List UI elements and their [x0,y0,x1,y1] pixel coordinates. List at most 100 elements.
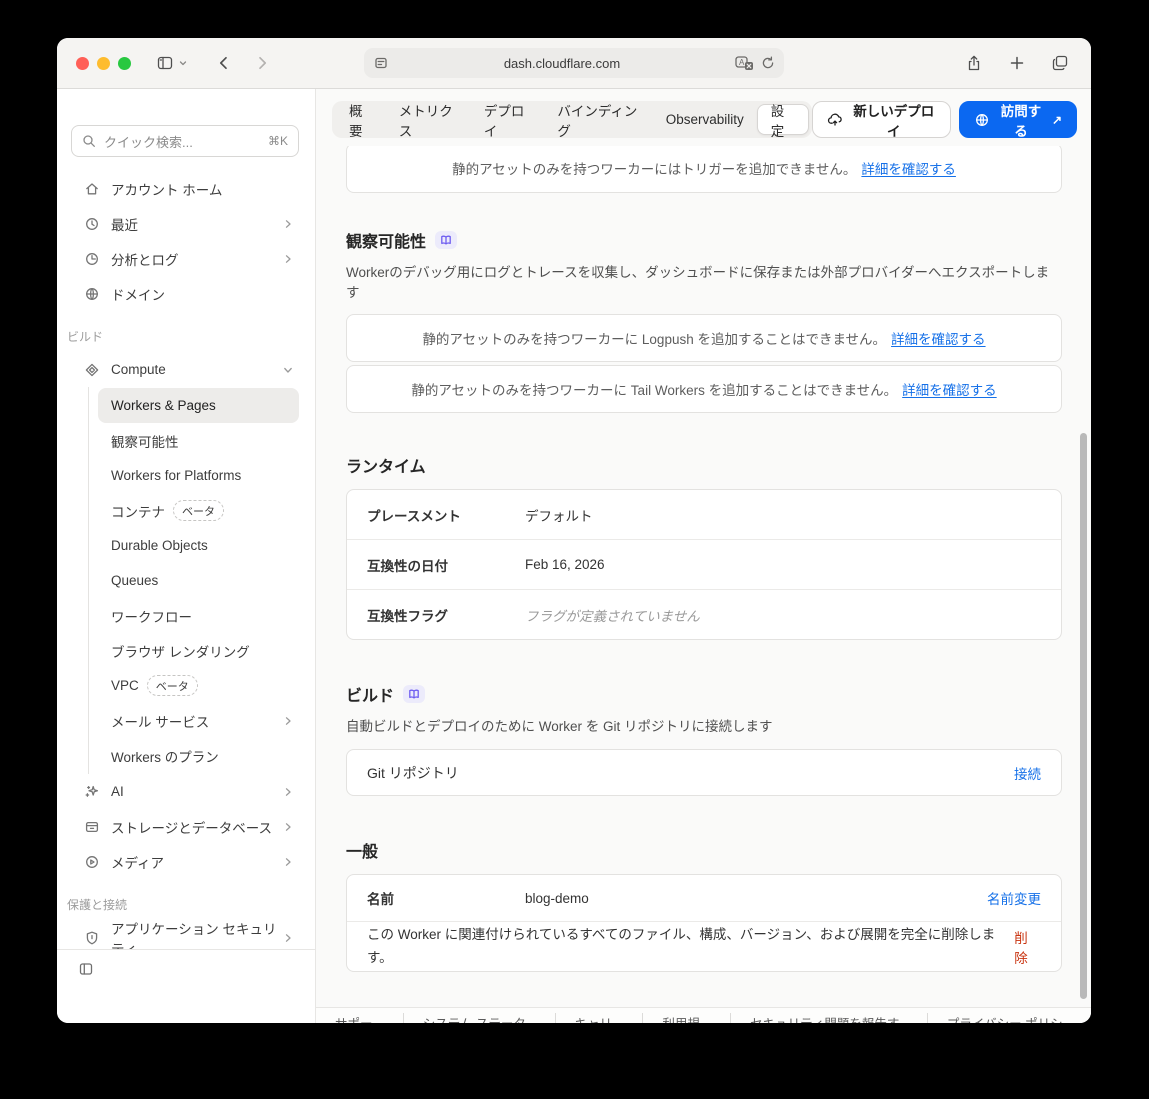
tab-label: Observability [665,112,744,127]
learn-more-link[interactable]: 詳細を確認する [902,379,997,399]
search-placeholder: クイック検索... [104,134,193,150]
sidebar-footer [57,949,315,1023]
sidebar-item-vpc[interactable]: VPC ベータ [98,668,299,703]
sidebar-group-protect: 保護と接続 [67,898,128,912]
search-input[interactable]: クイック検索... ⌘K [71,125,299,157]
sidebar-item-compute[interactable]: Compute [57,352,315,387]
new-deployment-button[interactable]: 新しいデプロイ [812,101,952,139]
tab-observability[interactable]: Observability [653,105,757,134]
placement-row: プレースメント デフォルト [347,490,1061,540]
settings-scroll-area[interactable]: 静的アセットのみを持つワーカーにはトリガーを追加できません。 詳細を確認する 観… [316,146,1091,1023]
tab-label: 概要 [349,103,363,139]
sidebar-item-label: Workers for Platforms [111,468,242,483]
sidebar-item-storage-databases[interactable]: ストレージとデータベース [57,809,315,844]
scrollbar-thumb[interactable] [1080,433,1087,999]
sidebar-item-recent[interactable]: 最近 [57,206,315,241]
tab-bindings[interactable]: バインディング [544,104,652,139]
delete-link[interactable]: 削除 [1014,927,1041,967]
row-label: 互換性の日付 [367,558,448,574]
docs-book-icon[interactable] [403,685,426,703]
sidebar-item-label: ワークフロー [111,609,192,625]
translate-icon[interactable]: A [735,55,754,71]
sidebar-item-ai[interactable]: AI [57,774,315,809]
name-row: 名前 blog-demo 名前変更 [347,875,1061,922]
footer-link-support[interactable]: サポート [316,1013,403,1024]
visit-button[interactable]: 訪問する ↗ [959,101,1077,139]
sidebar-item-queues[interactable]: Queues [98,563,299,598]
sidebar-item-workers-pages[interactable]: Workers & Pages [98,388,299,423]
home-icon [84,181,100,197]
back-button[interactable] [216,55,232,71]
compute-sublist: Workers & Pages 観察可能性 Workers for Platfo… [88,387,315,774]
sidebar-item-media[interactable]: メディア [57,844,315,879]
sidebar-item-observability[interactable]: 観察可能性 [98,423,299,458]
row-label: 互換性フラグ [367,608,448,624]
tab-overview[interactable]: 概要 [336,104,386,139]
learn-more-link[interactable]: 詳細を確認する [861,158,956,178]
row-value-placeholder: フラグが定義されていません [525,608,700,624]
sidebar-item-account-home[interactable]: アカウント ホーム [57,171,315,206]
footer-link-privacy[interactable]: プライバシー ポリシー [926,1012,1091,1023]
reload-icon[interactable] [761,56,775,70]
runtime-section-title: ランタイム [346,453,1062,477]
footer-link-system-status[interactable]: システム ステータス [402,1012,555,1023]
sidebar-item-label: アプリケーション セキュリティ [111,921,277,950]
sidebar-scroll: クイック検索... ⌘K アカウント ホーム 最近 分析とログ ドメイン ビルド… [57,89,315,949]
new-tab-icon[interactable] [1008,54,1026,72]
svg-text:A: A [739,58,745,67]
sidebar-item-application-security[interactable]: アプリケーション セキュリティ [57,920,315,949]
delete-row: この Worker に関連付けられているすべてのファイル、構成、バージョン、およ… [347,922,1061,971]
cloud-upload-icon [827,112,843,128]
address-bar[interactable]: dash.cloudflare.com A [364,48,784,78]
forward-button[interactable] [254,55,270,71]
sidebar-item-label: Workers のプラン [111,749,219,765]
sidebar-item-workflows[interactable]: ワークフロー [98,598,299,633]
sidebar-item-durable-objects[interactable]: Durable Objects [98,528,299,563]
notice-text: 静的アセットのみを持つワーカーにはトリガーを追加できません。 [452,162,857,177]
connect-link[interactable]: 接続 [1014,763,1041,783]
sidebar-item-email-service[interactable]: メール サービス [98,703,299,738]
row-label: プレースメント [367,508,461,524]
tab-overview-icon[interactable] [1051,54,1069,72]
clock-icon [84,216,100,232]
footer-link-report-security[interactable]: セキュリティ問題を報告する [730,1012,927,1023]
sidebar-item-analytics-logs[interactable]: 分析とログ [57,241,315,276]
tab-metrics[interactable]: メトリクス [386,104,471,139]
sidebar-item-label: 分析とログ [111,252,179,268]
sidebar-item-workers-for-platforms[interactable]: Workers for Platforms [98,458,299,493]
main-content: 概要 メトリクス デプロイ バインディング Observability 設定 新… [316,89,1091,1023]
rename-link[interactable]: 名前変更 [987,888,1041,908]
toolbar-right-actions [965,54,1069,72]
close-window-button[interactable] [76,56,89,70]
tab-settings[interactable]: 設定 [756,104,809,139]
footer-link-careers[interactable]: キャリア [554,1012,643,1023]
tab-group-chevron-icon[interactable] [178,58,188,68]
sidebar-item-label: Queues [111,573,159,588]
chevron-right-icon [283,857,293,867]
button-label: 新しいデプロイ [853,103,935,139]
page-settings-icon[interactable] [373,55,389,71]
zoom-window-button[interactable] [118,56,131,70]
sidebar-item-label: Workers & Pages [111,398,216,413]
sidebar-item-containers[interactable]: コンテナ ベータ [98,493,299,528]
tab-deployments[interactable]: デプロイ [471,104,545,139]
sidebar-item-workers-plans[interactable]: Workers のプラン [98,738,299,773]
analytics-icon [84,251,100,267]
sidebar-item-browser-rendering[interactable]: ブラウザ レンダリング [98,633,299,668]
beta-badge: ベータ [173,500,224,521]
chevron-right-icon [283,219,293,229]
tab-label: バインディング [557,103,638,139]
footer-link-terms[interactable]: 利用規約 [642,1012,730,1023]
share-icon[interactable] [965,54,983,72]
docs-book-icon[interactable] [435,231,458,249]
tab-label: デプロイ [483,103,525,139]
learn-more-link[interactable]: 詳細を確認する [891,328,986,348]
sidebar-item-label: Compute [111,362,166,377]
chevron-right-icon [283,822,293,832]
browser-toolbar: dash.cloudflare.com A [57,38,1091,89]
sidebar-item-label: コンテナ [111,504,165,520]
sidebar-item-domains[interactable]: ドメイン [57,276,315,311]
sidebar-toggle-icon[interactable] [156,54,174,72]
collapse-sidebar-icon[interactable] [78,961,94,977]
minimize-window-button[interactable] [97,56,110,70]
